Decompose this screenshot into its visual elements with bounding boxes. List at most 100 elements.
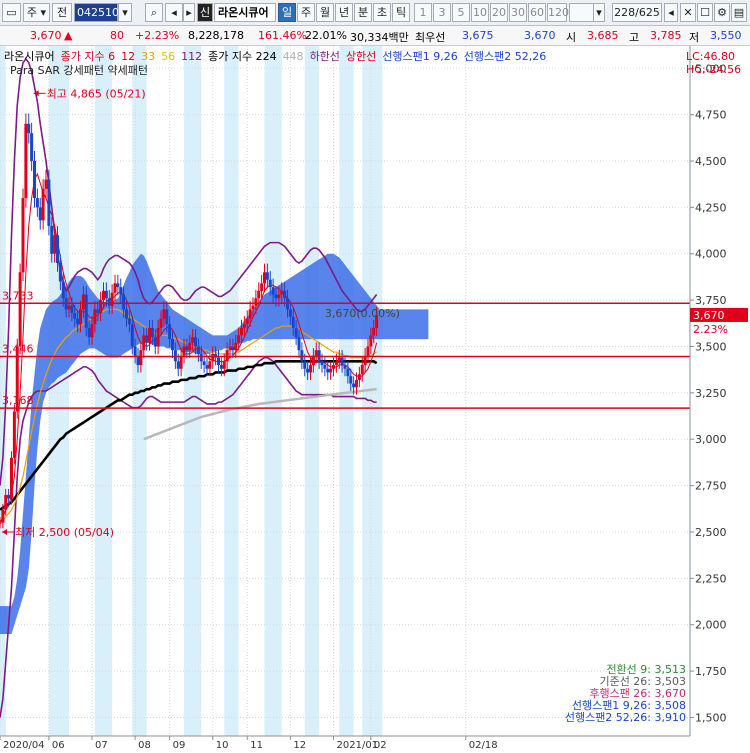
candle-body-66 bbox=[188, 342, 192, 351]
candle-body-108 bbox=[309, 365, 312, 373]
candle-body-85 bbox=[242, 324, 246, 328]
legend-item-2: 12 bbox=[121, 50, 135, 63]
high-price: 3,785 bbox=[650, 29, 682, 42]
candle-body-82 bbox=[234, 342, 238, 351]
tab-period-4[interactable]: 분 bbox=[354, 3, 372, 22]
candle-body-44 bbox=[125, 309, 128, 319]
candle-body-93 bbox=[265, 272, 269, 280]
candle-body-45 bbox=[127, 318, 131, 325]
layout-icon[interactable]: ▤ bbox=[731, 3, 747, 22]
x-tick-label-8: 2021/01 bbox=[337, 740, 379, 750]
candle-body-77 bbox=[219, 365, 223, 369]
candle-body-13 bbox=[35, 198, 39, 208]
tab-period-5[interactable]: 초 bbox=[373, 3, 391, 22]
annotation-label-2: 3,670(0.00%) bbox=[325, 307, 400, 320]
legend-item-10: 선행스팬1 9,26 bbox=[382, 50, 457, 63]
candle-body-40 bbox=[113, 283, 117, 293]
y-tick-label-12: 4,500 bbox=[695, 155, 727, 168]
interval-button-10[interactable]: 10 bbox=[471, 3, 489, 22]
candle-body-73 bbox=[208, 361, 212, 369]
interval-button-30[interactable]: 30 bbox=[509, 3, 527, 22]
legend-item-8: 하한선 bbox=[310, 49, 340, 63]
stock-name: 라온시큐어 bbox=[214, 3, 276, 22]
highlight-band-6 bbox=[264, 46, 282, 736]
candle-body-80 bbox=[228, 346, 232, 351]
candle-body-91 bbox=[260, 283, 264, 291]
candle-body-65 bbox=[185, 346, 189, 351]
interval-button-60[interactable]: 60 bbox=[528, 3, 546, 22]
candle-body-116 bbox=[332, 365, 335, 369]
stock-code-input[interactable]: 042510 bbox=[74, 3, 119, 22]
interval-button-1[interactable]: 1 bbox=[414, 3, 432, 22]
low-label: 저 bbox=[689, 31, 700, 44]
candle-body-113 bbox=[323, 365, 327, 369]
candle-body-115 bbox=[329, 368, 333, 373]
candle-body-60 bbox=[171, 339, 174, 351]
close-chart-icon[interactable]: ✕ bbox=[680, 3, 696, 22]
interval-button-20[interactable]: 20 bbox=[490, 3, 508, 22]
candle-body-98 bbox=[280, 290, 284, 295]
prev-button[interactable]: 전 bbox=[52, 3, 72, 22]
candle-body-5 bbox=[12, 411, 16, 458]
candle-body-64 bbox=[182, 346, 186, 356]
x-tick-label-9: 02 bbox=[374, 740, 387, 750]
y-tick-label-1: 1,750 bbox=[695, 665, 727, 678]
checkbox-icon[interactable]: ☐ bbox=[697, 3, 713, 22]
interval-dropdown-icon[interactable]: ▾ bbox=[593, 3, 605, 22]
window-icon[interactable]: ▭ bbox=[2, 3, 21, 22]
settings-icon[interactable]: ⚙ bbox=[714, 3, 730, 22]
chart-area[interactable]: 3,733 3,446 3,168 최고 4,865 (05/21) 최저 2,500 … bbox=[0, 46, 750, 751]
interval-button-5[interactable]: 5 bbox=[452, 3, 470, 22]
candle-body-112 bbox=[320, 361, 324, 366]
interval-button-3[interactable]: 3 bbox=[433, 3, 451, 22]
x-tick-label-5: 10 bbox=[216, 740, 229, 750]
candle-body-119 bbox=[340, 357, 344, 366]
new-badge: 신 bbox=[197, 3, 213, 22]
search-icon[interactable]: ⌕ bbox=[145, 3, 163, 22]
x-tick-label-0: 2020/04 bbox=[3, 740, 45, 750]
candle-body-68 bbox=[194, 337, 197, 347]
candle-body-41 bbox=[116, 283, 120, 288]
speaker-icon[interactable]: ◂ bbox=[165, 3, 183, 22]
tab-period-0[interactable]: 일 bbox=[278, 3, 296, 22]
candle-body-70 bbox=[199, 353, 203, 362]
interval-button-120[interactable]: 120 bbox=[547, 3, 569, 22]
code-dropdown-icon[interactable]: ▾ bbox=[118, 3, 132, 22]
candle-body-14 bbox=[38, 207, 42, 221]
candle-body-2 bbox=[4, 494, 8, 510]
candle-body-4 bbox=[10, 457, 13, 499]
candle-body-25 bbox=[70, 305, 74, 314]
price-change: 80 bbox=[110, 29, 124, 42]
price-chart[interactable]: 3,733 3,446 3,168 최고 4,865 (05/21) 최저 2,500 … bbox=[0, 46, 750, 751]
tab-period-6[interactable]: 틱 bbox=[392, 3, 410, 22]
market-select[interactable]: 주 ▾ bbox=[23, 3, 50, 22]
best-quote-label: 최우선 bbox=[415, 31, 446, 44]
tab-period-1[interactable]: 주 bbox=[297, 3, 315, 22]
turnover: 22.01% bbox=[305, 29, 347, 42]
candle-body-9 bbox=[24, 123, 28, 199]
candle-body-130 bbox=[372, 327, 376, 336]
level-label-1: 3,446 bbox=[2, 343, 34, 356]
y-tick-label-10: 4,000 bbox=[695, 248, 727, 261]
candle-body-81 bbox=[231, 346, 235, 351]
candle-body-8 bbox=[21, 198, 25, 273]
candle-body-62 bbox=[176, 361, 180, 369]
candle-body-94 bbox=[268, 279, 272, 288]
scroll-toggle-icon[interactable]: ◂ bbox=[664, 3, 678, 22]
chevron-icon[interactable]: ▸ bbox=[183, 3, 195, 22]
candle-body-49 bbox=[139, 350, 143, 366]
candle-body-72 bbox=[205, 365, 209, 369]
candle-body-90 bbox=[257, 290, 261, 299]
candle-body-19 bbox=[53, 235, 57, 254]
low-price: 3,550 bbox=[710, 29, 742, 42]
x-tick-label-4: 09 bbox=[173, 740, 186, 750]
up-arrow-icon: ▲ bbox=[64, 29, 73, 42]
tab-period-3[interactable]: 년 bbox=[335, 3, 353, 22]
candle-body-71 bbox=[202, 361, 206, 366]
tab-period-2[interactable]: 월 bbox=[316, 3, 334, 22]
toolbar: ▭ 주 ▾ 전 042510 ▾ ⌕ ◂ ▸ 신 라온시큐어 ▾ 228/625… bbox=[0, 0, 750, 26]
candle-body-128 bbox=[366, 346, 370, 356]
candle-body-43 bbox=[122, 294, 126, 310]
candle-body-20 bbox=[56, 235, 59, 264]
y-tick-label-9: 3,750 bbox=[695, 294, 727, 307]
